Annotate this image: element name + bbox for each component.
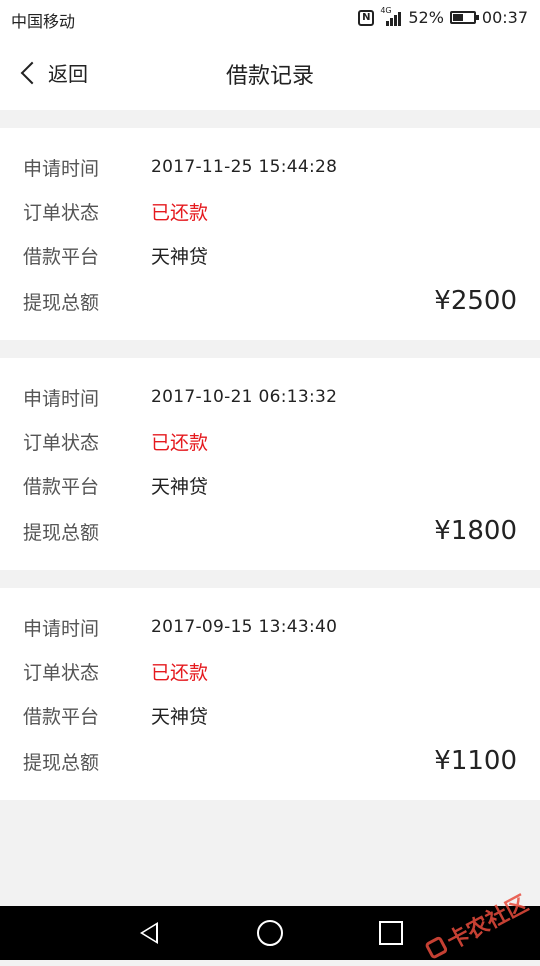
carrier-name: 中国移动 [11,8,75,32]
battery-icon [450,11,476,24]
order-status-value: 已还款 [151,428,208,455]
nav-back-icon[interactable] [140,922,158,944]
platform-value: 天神贷 [151,702,208,729]
nfc-icon: N [358,10,374,26]
platform-row: 借款平台 天神贷 [23,470,517,500]
total-amount-label: 提现总额 [23,748,151,775]
page-title: 借款记录 [0,58,540,90]
order-status-value: 已还款 [151,658,208,685]
total-amount-row: 提现总额 ¥1800 [23,516,517,546]
loan-record-card[interactable]: 申请时间 2017-10-21 06:13:32 订单状态 已还款 借款平台 天… [0,358,540,570]
order-status-label: 订单状态 [23,658,151,685]
order-status-value: 已还款 [151,198,208,225]
total-amount-label: 提现总额 [23,518,151,545]
network-type: 4G [380,6,391,15]
order-status-row: 订单状态 已还款 [23,656,517,686]
loan-record-card[interactable]: 申请时间 2017-09-15 13:43:40 订单状态 已还款 借款平台 天… [0,588,540,800]
top-navigation-bar: 返回 借款记录 [0,36,540,110]
status-bar: 中国移动 N 4G 52% 00:37 [0,0,540,36]
status-icons: N 4G 52% 00:37 [358,8,528,27]
total-amount-value: ¥1800 [434,516,517,546]
platform-label: 借款平台 [23,472,151,499]
apply-time-value: 2017-11-25 15:44:28 [151,157,337,177]
apply-time-label: 申请时间 [23,154,151,181]
apply-time-row: 申请时间 2017-10-21 06:13:32 [23,382,517,412]
platform-row: 借款平台 天神贷 [23,700,517,730]
clock: 00:37 [482,8,528,27]
loan-record-card[interactable]: 申请时间 2017-11-25 15:44:28 订单状态 已还款 借款平台 天… [0,128,540,340]
apply-time-label: 申请时间 [23,614,151,641]
order-status-row: 订单状态 已还款 [23,196,517,226]
nav-home-icon[interactable] [257,920,283,946]
total-amount-row: 提现总额 ¥2500 [23,286,517,316]
signal-icon: 4G [380,10,402,26]
platform-label: 借款平台 [23,702,151,729]
nav-recent-apps-icon[interactable] [379,921,403,945]
loan-record-list: 申请时间 2017-11-25 15:44:28 订单状态 已还款 借款平台 天… [0,128,540,818]
order-status-label: 订单状态 [23,428,151,455]
platform-value: 天神贷 [151,472,208,499]
total-amount-value: ¥1100 [434,746,517,776]
apply-time-value: 2017-10-21 06:13:32 [151,387,337,407]
total-amount-value: ¥2500 [434,286,517,316]
apply-time-label: 申请时间 [23,384,151,411]
order-status-label: 订单状态 [23,198,151,225]
order-status-row: 订单状态 已还款 [23,426,517,456]
platform-label: 借款平台 [23,242,151,269]
battery-percent: 52% [408,8,444,27]
platform-value: 天神贷 [151,242,208,269]
apply-time-row: 申请时间 2017-11-25 15:44:28 [23,152,517,182]
apply-time-row: 申请时间 2017-09-15 13:43:40 [23,612,517,642]
total-amount-label: 提现总额 [23,288,151,315]
apply-time-value: 2017-09-15 13:43:40 [151,617,337,637]
platform-row: 借款平台 天神贷 [23,240,517,270]
total-amount-row: 提现总额 ¥1100 [23,746,517,776]
